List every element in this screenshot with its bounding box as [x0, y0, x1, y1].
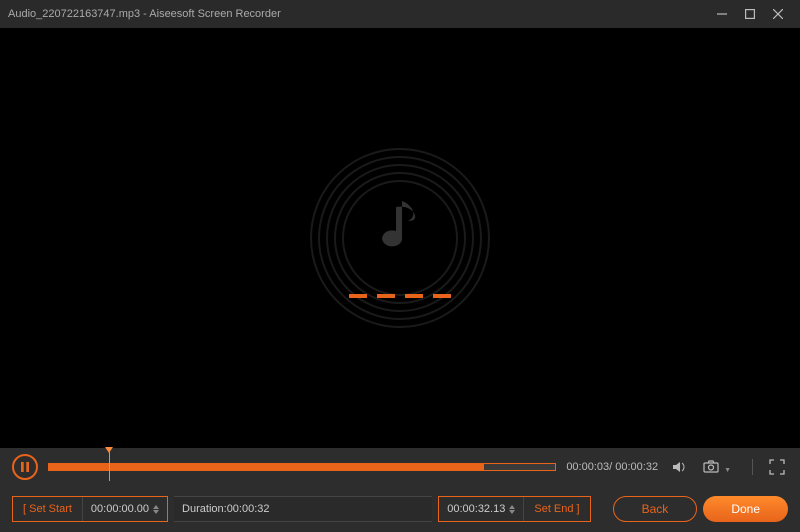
- maximize-button[interactable]: [736, 0, 764, 28]
- volume-icon[interactable]: [668, 459, 690, 475]
- window-title: Audio_220722163747.mp3 - Aiseesoft Scree…: [8, 8, 708, 20]
- media-viewer: [0, 28, 800, 448]
- progress-bar[interactable]: [48, 456, 556, 478]
- clip-start-marker[interactable]: [109, 452, 110, 481]
- music-note-icon: [378, 197, 422, 260]
- time-display: 00:00:03/ 00:00:32: [566, 461, 658, 473]
- end-time-down[interactable]: [509, 510, 515, 514]
- clip-bar: [ Set Start 00:00:00.00 Duration: 00:00:…: [0, 486, 800, 532]
- end-time-up[interactable]: [509, 505, 515, 509]
- set-end-button[interactable]: Set End ]: [523, 497, 589, 521]
- playback-bar: 00:00:03/ 00:00:32 ▼: [0, 448, 800, 486]
- audio-level-indicator: [349, 294, 451, 298]
- start-time-up[interactable]: [153, 505, 159, 509]
- start-time-field[interactable]: 00:00:00.00: [82, 497, 167, 521]
- snapshot-icon[interactable]: [700, 459, 722, 475]
- duration-value: 00:00:32: [227, 503, 270, 515]
- separator: [752, 459, 753, 475]
- end-time-value: 00:00:32.13: [447, 503, 505, 515]
- duration-display: Duration: 00:00:32: [174, 496, 432, 522]
- start-time-down[interactable]: [153, 510, 159, 514]
- start-time-value: 00:00:00.00: [91, 503, 149, 515]
- set-start-button[interactable]: [ Set Start: [13, 497, 82, 521]
- back-button[interactable]: Back: [613, 496, 698, 522]
- dropdown-arrow-icon[interactable]: ▼: [724, 467, 731, 474]
- close-button[interactable]: [764, 0, 792, 28]
- clip-end-control: 00:00:32.13 Set End ]: [438, 496, 590, 522]
- fullscreen-icon[interactable]: [766, 459, 788, 475]
- minimize-button[interactable]: [708, 0, 736, 28]
- end-time-field[interactable]: 00:00:32.13: [439, 497, 523, 521]
- pause-button[interactable]: [12, 454, 38, 480]
- duration-label: Duration:: [182, 503, 227, 515]
- titlebar: Audio_220722163747.mp3 - Aiseesoft Scree…: [0, 0, 800, 28]
- clip-start-control: [ Set Start 00:00:00.00: [12, 496, 168, 522]
- done-button[interactable]: Done: [703, 496, 788, 522]
- audio-visual: [310, 148, 490, 328]
